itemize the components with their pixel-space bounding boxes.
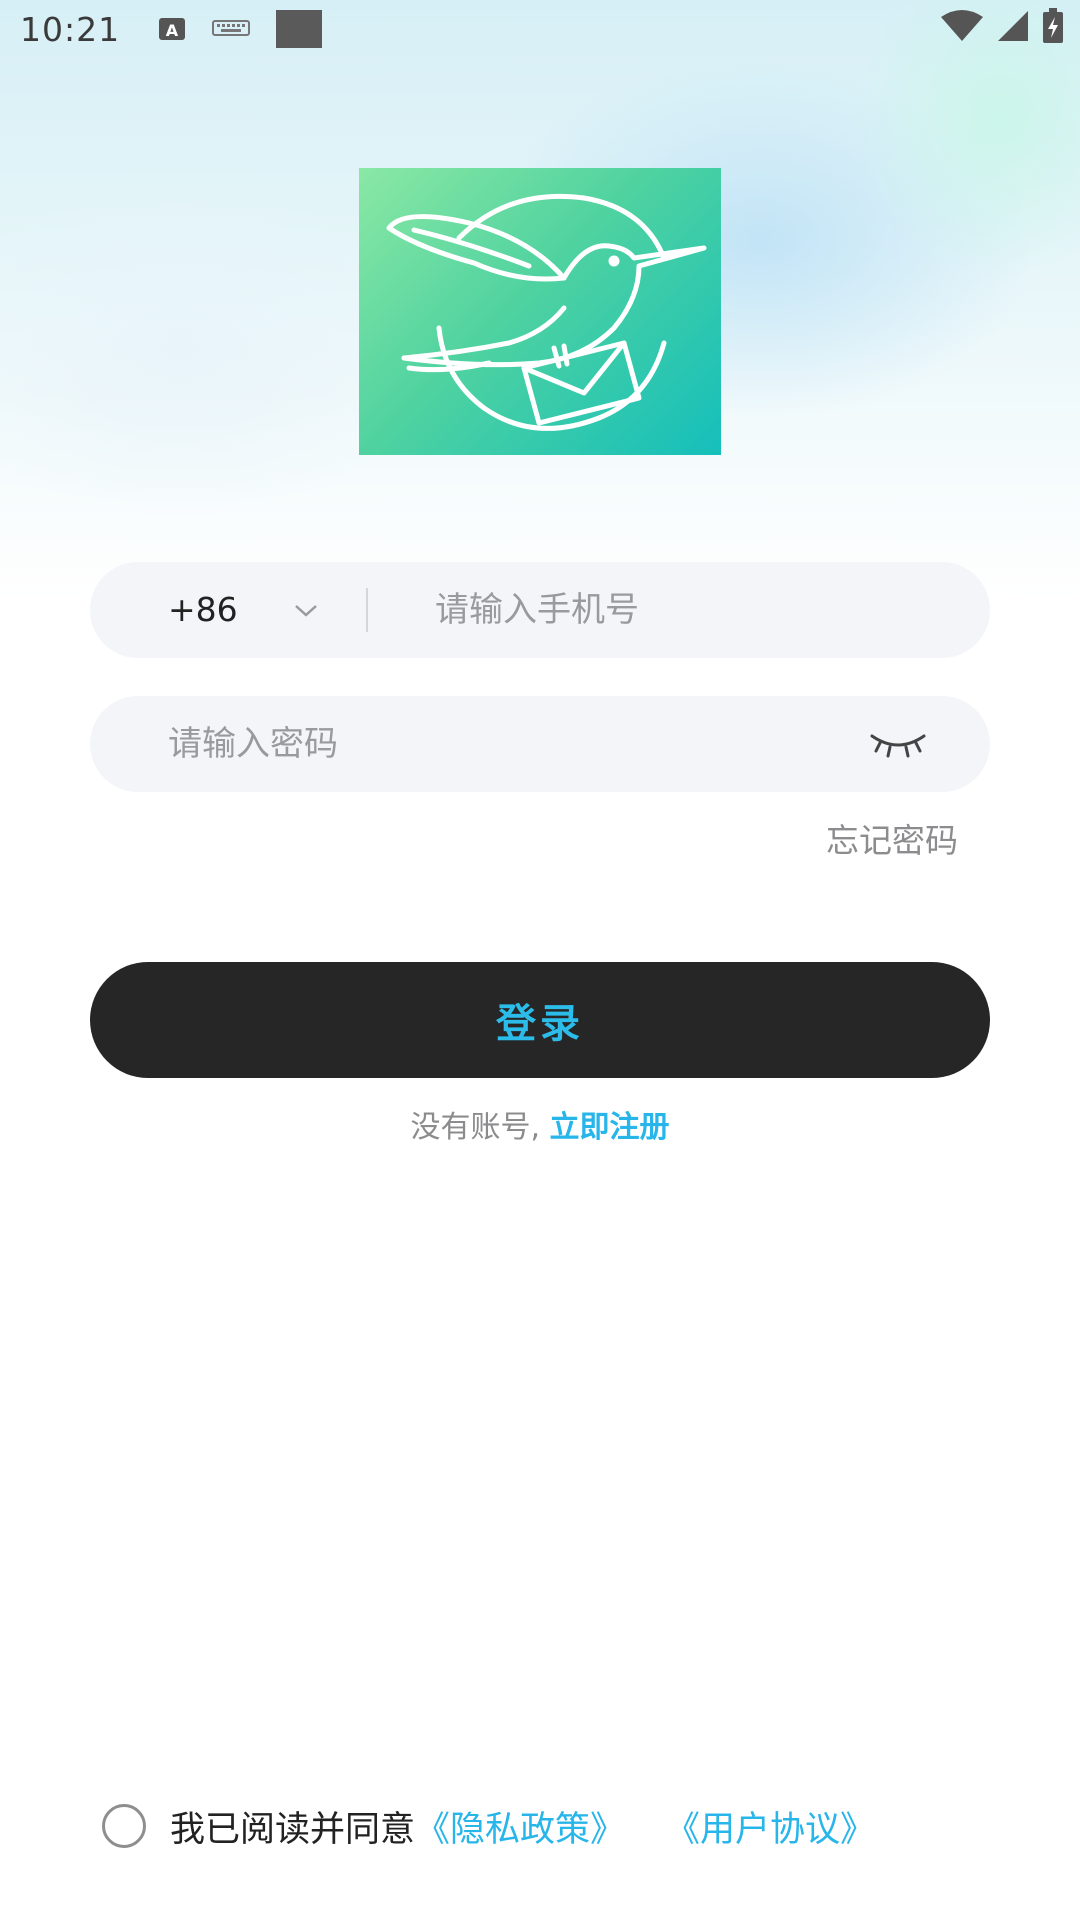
agreement-text: 我已阅读并同意 (170, 1809, 416, 1850)
hummingbird-logo-icon (386, 193, 707, 431)
keyboard-icon (212, 19, 251, 39)
eye-closed-icon[interactable] (866, 726, 930, 762)
register-link[interactable]: 立即注册 (550, 1110, 670, 1145)
password-input[interactable]: 请输入密码 (168, 696, 338, 792)
register-prompt: 没有账号, 立即注册 (0, 1102, 1080, 1146)
svg-text:A: A (166, 21, 179, 40)
battery-icon (1042, 8, 1064, 48)
user-agreement-link[interactable]: 《用户协议》 (665, 1801, 875, 1852)
signal-icon (996, 9, 1030, 47)
app-logo (359, 168, 721, 455)
country-code-select[interactable]: +86 (168, 562, 238, 658)
phone-input[interactable]: 请输入手机号 (435, 562, 639, 658)
square-icon (276, 10, 323, 48)
password-field[interactable]: 请输入密码 (90, 696, 990, 792)
login-button[interactable]: 登录 (90, 962, 990, 1078)
field-divider (366, 588, 368, 632)
wifi-icon (940, 9, 984, 47)
no-account-text: 没有账号, (410, 1110, 540, 1145)
status-time: 10:21 (20, 9, 121, 49)
chevron-down-icon[interactable] (292, 596, 320, 624)
login-screen: 10:21 A +86 请输入手机号 请输入密码 忘记密码 登录 没有账号, 立… (0, 0, 1080, 1920)
forgot-password-link[interactable]: 忘记密码 (826, 814, 958, 862)
login-button-label: 登录 (496, 1001, 584, 1047)
privacy-policy-link[interactable]: 《隐私政策》 (415, 1801, 625, 1852)
agreement-row: 我已阅读并同意 《隐私政策》 《用户协议》 (102, 1800, 875, 1852)
status-bar: 10:21 A (0, 0, 1080, 58)
agree-checkbox[interactable] (102, 1804, 146, 1848)
a-icon: A (158, 15, 186, 43)
phone-field[interactable]: +86 请输入手机号 (90, 562, 990, 658)
